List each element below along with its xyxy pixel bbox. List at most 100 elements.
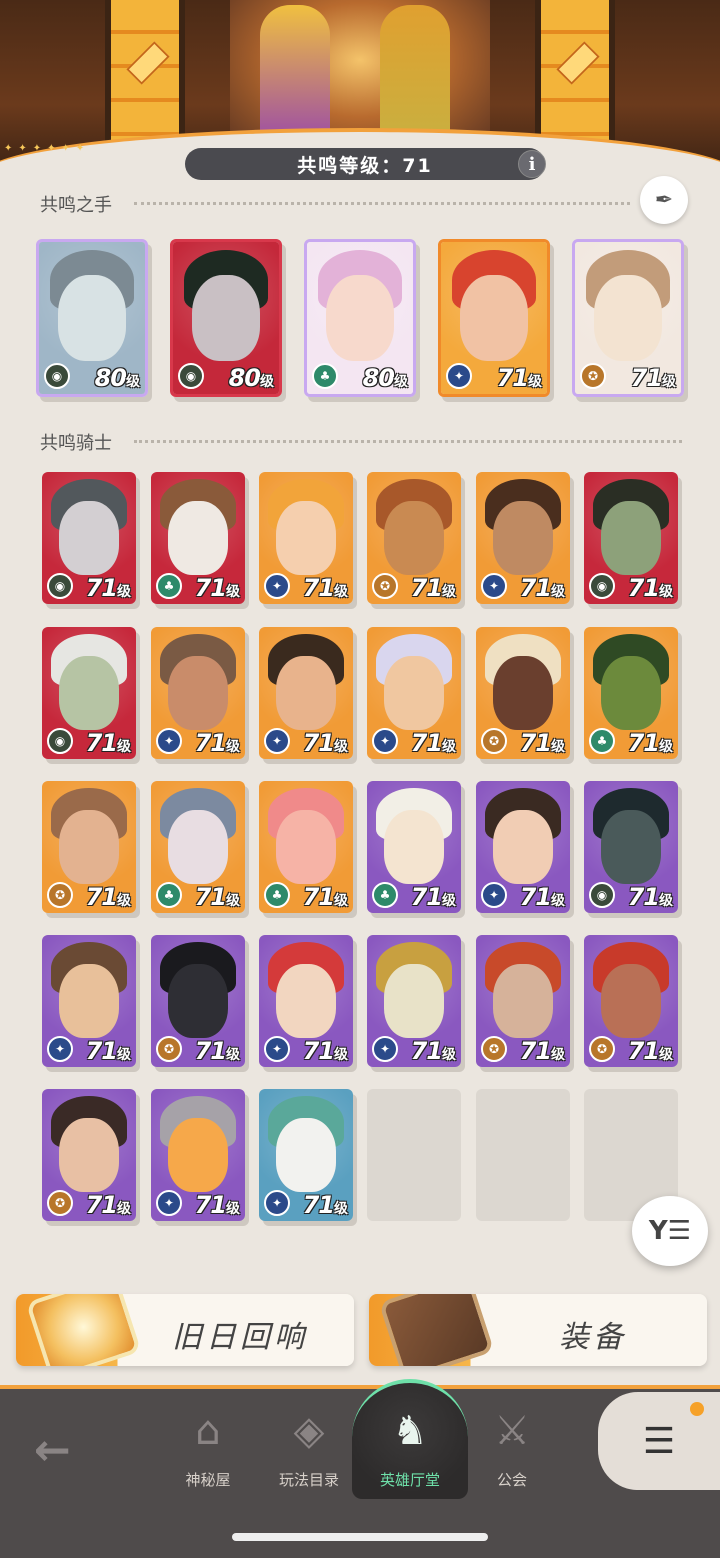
hero-level: 71级 [411,729,456,757]
knight-hero-card[interactable]: ✦ 71级 [259,627,353,759]
hero-face [383,656,445,730]
lightbearer-faction-icon: ✦ [481,882,507,908]
nav-item-guild[interactable]: ⚔ 公会 [462,1401,562,1490]
hero-level: 71级 [303,1037,348,1065]
knight-hero-card[interactable]: ◉ 71级 [42,472,136,604]
knight-hero-card[interactable]: ✦ 71级 [151,627,245,759]
knight-hero-card[interactable]: ✪ 71级 [42,1089,136,1221]
knight-hero-card[interactable]: ✪ 71级 [151,935,245,1067]
lightbearer-faction-icon: ✦ [47,1036,73,1062]
hand-hero-card[interactable]: ✪ 71级 [572,239,684,397]
nav-item-game-modes[interactable]: ◈ 玩法目录 [259,1401,359,1490]
knight-hero-card[interactable]: ◉ 71级 [42,627,136,759]
hero-level-number: 71 [194,574,227,602]
hero-level-number: 71 [194,1037,227,1065]
hero-level: 71级 [195,1191,240,1219]
hero-level-suffix: 级 [528,374,542,390]
home-indicator[interactable] [232,1533,488,1541]
guild-icon: ⚔ [494,1408,530,1454]
knight-hero-card[interactable]: ♣ 71级 [259,781,353,913]
knight-hero-card[interactable]: ✦ 71级 [259,935,353,1067]
knight-hero-card[interactable]: ✪ 71级 [476,935,570,1067]
equipment-button[interactable]: 装备 [369,1294,707,1366]
quill-icon[interactable]: ✒ [640,176,688,224]
knight-hero-card[interactable]: ✦ 71级 [259,472,353,604]
nav-item-label: 玩法目录 [278,1471,339,1489]
stained-glass-window-right [535,0,615,150]
knight-hero-card[interactable]: ✦ 71级 [476,781,570,913]
hero-level: 71级 [627,1037,673,1065]
nav-item-mystery-house[interactable]: ⌂ 神秘屋 [158,1401,258,1490]
nav-item-label: 公会 [496,1471,527,1489]
hand-hero-card[interactable]: ◉ 80级 [36,239,148,397]
hero-level-number: 71 [410,1037,443,1065]
hero-level-number: 71 [302,574,335,602]
hero-face [58,810,120,884]
hero-level-number: 71 [519,883,552,911]
wilder-faction-icon: ♣ [264,882,290,908]
hero-face [58,275,126,361]
hero-level-suffix: 级 [334,893,348,909]
lightbearer-faction-icon: ✦ [156,728,182,754]
knight-hero-card[interactable]: ✦ 71级 [259,1089,353,1221]
statue-figure-right [380,5,450,145]
hand-hero-card[interactable]: ♣ 80级 [304,239,416,397]
knight-hero-card[interactable]: ♣ 71级 [367,781,461,913]
hero-level-suffix: 级 [117,1047,131,1063]
hero-face [492,810,554,884]
knight-hero-card[interactable]: ✪ 71级 [584,935,678,1067]
menu-icon: ☰ [642,1420,676,1462]
hero-face [167,810,229,884]
hero-level-suffix: 级 [334,584,348,600]
knight-hero-card[interactable]: ✪ 71级 [367,472,461,604]
hero-level-suffix: 级 [126,374,140,390]
hero-level-suffix: 级 [659,584,673,600]
hero-level-number: 71 [627,1037,660,1065]
hero-level-suffix: 级 [442,584,456,600]
echoes-button[interactable]: 旧日回响 [16,1294,354,1366]
knight-hero-card[interactable]: ◉ 71级 [584,472,678,604]
hero-level: 71级 [86,1191,131,1219]
hero-level: 71级 [410,883,456,911]
back-arrow-icon[interactable]: ← [34,1425,71,1476]
hero-level-suffix: 级 [551,893,565,909]
hero-level-number: 71 [410,883,443,911]
knight-hero-card[interactable]: ♣ 71级 [151,781,245,913]
nav-item-hero-hall[interactable]: ♞ 英雄厅堂 [360,1401,460,1490]
info-button[interactable]: i [518,150,546,178]
lightbearer-faction-icon: ✦ [481,573,507,599]
filter-button[interactable]: Y☰ [632,1196,708,1266]
hand-hero-card[interactable]: ◉ 80级 [170,239,282,397]
knight-hero-card[interactable]: ✦ 71级 [367,627,461,759]
knight-hero-card[interactable]: ♣ 71级 [151,472,245,604]
hero-level-number: 71 [302,729,335,757]
knight-hero-card[interactable]: ✦ 71级 [151,1089,245,1221]
mauler-faction-icon: ✪ [372,573,398,599]
graveborn-faction-icon: ◉ [47,728,73,754]
hero-face [275,656,337,730]
hand-hero-card[interactable]: ✦ 71级 [438,239,550,397]
knight-hero-card[interactable]: ✦ 71级 [42,935,136,1067]
hero-face [383,810,445,884]
hero-level: 71级 [628,574,673,602]
hero-face [58,1118,120,1192]
knight-hero-card[interactable]: ♣ 71级 [584,627,678,759]
hero-level-number: 71 [85,1037,118,1065]
hero-level-number: 71 [302,883,335,911]
hero-level: 71级 [631,364,676,392]
mystery-house-icon: ⌂ [195,1408,221,1454]
empty-hero-slot [367,1089,461,1221]
knight-hero-card[interactable]: ✪ 71级 [476,627,570,759]
knight-hero-card[interactable]: ✦ 71级 [476,472,570,604]
knight-hero-card[interactable]: ◉ 71级 [584,781,678,913]
lightbearer-faction-icon: ✦ [446,363,472,389]
hero-face [275,501,337,575]
hero-face [167,501,229,575]
hero-level: 71级 [628,729,673,757]
hero-level-number: 71 [519,1037,552,1065]
knight-hero-card[interactable]: ✦ 71级 [367,935,461,1067]
knight-hero-card[interactable]: ✪ 71级 [42,781,136,913]
hero-face [275,964,337,1038]
hero-level: 71级 [519,883,565,911]
hero-face [492,656,554,730]
